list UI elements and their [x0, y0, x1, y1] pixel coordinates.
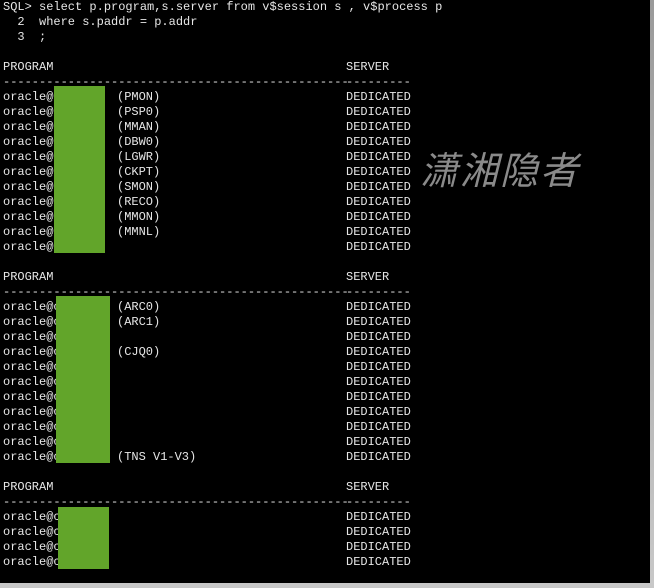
terminal-console[interactable]: 潇湘隐者 SQL> select p.program,s.server from… [0, 0, 650, 583]
row-program: oracle@ [3, 180, 54, 194]
row-server: DEDICATED [346, 540, 411, 554]
row-server: DEDICATED [346, 225, 411, 239]
row-server: DEDICATED [346, 240, 411, 254]
row-program: oracle@ [3, 135, 54, 149]
row-program: oracle@c [3, 330, 61, 344]
row-server: DEDICATED [346, 210, 411, 224]
row-server: DEDICATED [346, 555, 411, 569]
header-server: SERVER [346, 270, 390, 284]
row-program: oracle@ [3, 165, 54, 179]
row-program: oracle@c [3, 555, 61, 569]
row-server: DEDICATED [346, 150, 411, 164]
header-program: PROGRAM [3, 60, 54, 74]
row-program-suffix: (CJQ0) [117, 345, 161, 359]
header-server: SERVER [346, 60, 390, 74]
row-server: DEDICATED [346, 345, 411, 359]
row-program-suffix: (MMON) [117, 210, 161, 224]
row-program: oracle@ [3, 105, 54, 119]
window-frame: 潇湘隐者 SQL> select p.program,s.server from… [0, 0, 654, 588]
rule-server: --------- [346, 495, 411, 509]
row-program-suffix: (MMNL) [117, 225, 161, 239]
row-program: oracle@ [3, 150, 54, 164]
row-server: DEDICATED [346, 450, 411, 464]
row-server: DEDICATED [346, 180, 411, 194]
row-server: DEDICATED [346, 120, 411, 134]
row-program: oracle@ [3, 195, 54, 209]
row-program: oracle@ [3, 210, 54, 224]
header-program: PROGRAM [3, 270, 54, 284]
row-program: oracle@ [3, 225, 54, 239]
row-program-suffix: (CKPT) [117, 165, 161, 179]
row-server: DEDICATED [346, 405, 411, 419]
row-program: oracle@ [3, 120, 54, 134]
row-program: oracle@c [3, 525, 61, 539]
header-program: PROGRAM [3, 480, 54, 494]
row-program-suffix: (TNS V1-V3) [117, 450, 197, 464]
row-server: DEDICATED [346, 360, 411, 374]
row-program-suffix: (RECO) [117, 195, 161, 209]
row-program: oracle@ [3, 240, 54, 254]
rule-server: --------- [346, 75, 411, 89]
row-program-suffix: (DBW0) [117, 135, 161, 149]
row-program-suffix: (PSP0) [117, 105, 161, 119]
header-server: SERVER [346, 480, 390, 494]
row-program: oracle@c [3, 510, 61, 524]
row-program-suffix: (SMON) [117, 180, 161, 194]
row-server: DEDICATED [346, 300, 411, 314]
row-program: oracle@c [3, 300, 61, 314]
rule-program: ----------------------------------------… [3, 495, 349, 509]
watermark: 潇湘隐者 [420, 149, 581, 193]
row-server: DEDICATED [346, 390, 411, 404]
row-program: oracle@c [3, 540, 61, 554]
row-server: DEDICATED [346, 420, 411, 434]
row-server: DEDICATED [346, 195, 411, 209]
query-line: 3 ; [3, 30, 47, 44]
row-server: DEDICATED [346, 435, 411, 449]
row-program: oracle@c [3, 435, 61, 449]
row-server: DEDICATED [346, 315, 411, 329]
row-server: DEDICATED [346, 525, 411, 539]
row-server: DEDICATED [346, 510, 411, 524]
query-line: SQL> select p.program,s.server from v$se… [3, 0, 443, 14]
row-program: oracle@c [3, 450, 61, 464]
row-program: oracle@c [3, 345, 61, 359]
row-program-suffix: (ARC1) [117, 315, 161, 329]
row-server: DEDICATED [346, 330, 411, 344]
redaction-box [54, 86, 105, 253]
row-program: oracle@c [3, 375, 61, 389]
row-server: DEDICATED [346, 105, 411, 119]
row-program-suffix: (PMON) [117, 90, 161, 104]
row-server: DEDICATED [346, 165, 411, 179]
row-program-suffix: (ARC0) [117, 300, 161, 314]
row-program: oracle@c [3, 390, 61, 404]
redaction-box [58, 507, 109, 569]
row-server: DEDICATED [346, 90, 411, 104]
row-program: oracle@c [3, 360, 61, 374]
row-program-suffix: (LGWR) [117, 150, 161, 164]
row-server: DEDICATED [346, 135, 411, 149]
row-server: DEDICATED [346, 375, 411, 389]
row-program: oracle@ [3, 90, 54, 104]
row-program: oracle@c [3, 315, 61, 329]
rule-server: --------- [346, 285, 411, 299]
query-line: 2 where s.paddr = p.addr [3, 15, 198, 29]
row-program: oracle@c [3, 420, 61, 434]
row-program-suffix: (MMAN) [117, 120, 161, 134]
redaction-box [56, 296, 110, 463]
rule-program: ----------------------------------------… [3, 285, 349, 299]
row-program: oracle@c [3, 405, 61, 419]
